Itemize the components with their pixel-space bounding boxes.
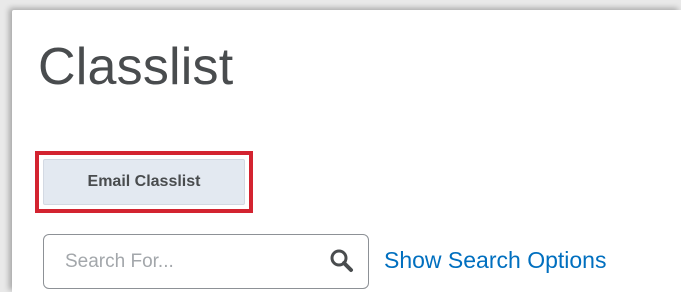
- screenshot-frame: Classlist Email Classlist Show Search Op…: [0, 0, 681, 292]
- magnifier-icon: [330, 249, 353, 272]
- search-box: [43, 234, 369, 289]
- email-classlist-button[interactable]: Email Classlist: [43, 159, 245, 205]
- search-input[interactable]: [44, 235, 314, 288]
- show-search-options-link[interactable]: Show Search Options: [384, 244, 606, 276]
- page-title: Classlist: [38, 38, 234, 96]
- search-button[interactable]: [324, 244, 360, 280]
